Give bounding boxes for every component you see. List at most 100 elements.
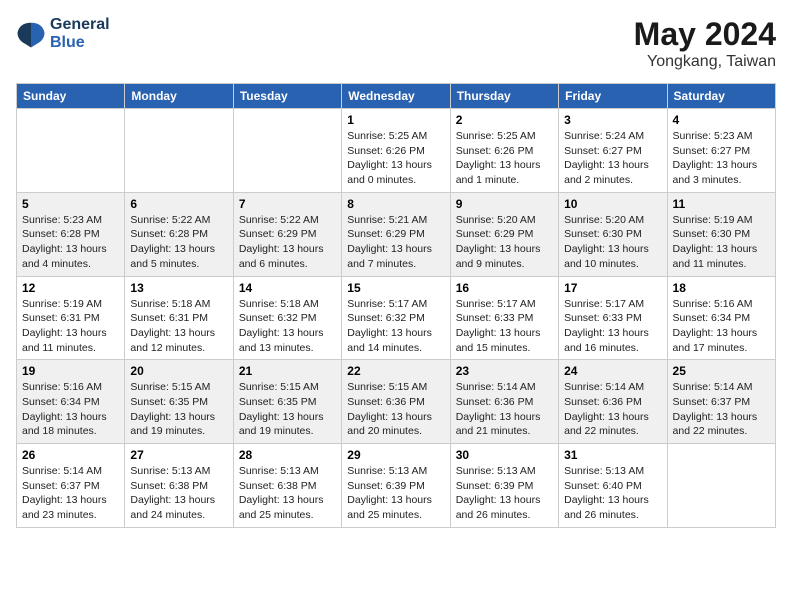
calendar-day <box>233 109 341 193</box>
day-number: 25 <box>673 364 770 378</box>
day-number: 10 <box>564 197 661 211</box>
day-info: Sunrise: 5:23 AM Sunset: 6:28 PM Dayligh… <box>22 213 119 272</box>
day-info: Sunrise: 5:14 AM Sunset: 6:37 PM Dayligh… <box>673 380 770 439</box>
calendar-day: 21 Sunrise: 5:15 AM Sunset: 6:35 PM Dayli… <box>233 360 341 444</box>
location: Yongkang, Taiwan <box>634 53 776 71</box>
day-info: Sunrise: 5:23 AM Sunset: 6:27 PM Dayligh… <box>673 129 770 188</box>
day-number: 19 <box>22 364 119 378</box>
calendar-day: 20Sunrise: 5:15 AM Sunset: 6:35 PM Dayli… <box>125 360 233 444</box>
day-number: 27 <box>130 448 227 462</box>
day-number: 30 <box>456 448 553 462</box>
calendar-day: 18 Sunrise: 5:16 AM Sunset: 6:34 PM Dayli… <box>667 276 775 360</box>
day-number: 29 <box>347 448 444 462</box>
day-number: 2 <box>456 113 553 127</box>
day-info: Sunrise: 5:22 AM Sunset: 6:28 PM Dayligh… <box>130 213 227 272</box>
calendar-day: 5 Sunrise: 5:23 AM Sunset: 6:28 PM Daylig… <box>17 192 125 276</box>
day-number: 3 <box>564 113 661 127</box>
day-number: 21 <box>239 364 336 378</box>
calendar-day: 14Sunrise: 5:18 AM Sunset: 6:32 PM Dayli… <box>233 276 341 360</box>
calendar-week-4: 19 Sunrise: 5:16 AM Sunset: 6:34 PM Dayli… <box>17 360 776 444</box>
calendar-day: 23 Sunrise: 5:14 AM Sunset: 6:36 PM Dayli… <box>450 360 558 444</box>
day-info: Sunrise: 5:25 AM Sunset: 6:26 PM Dayligh… <box>456 129 553 188</box>
day-info: Sunrise: 5:15 AM Sunset: 6:36 PM Dayligh… <box>347 380 444 439</box>
calendar-week-5: 26Sunrise: 5:14 AM Sunset: 6:37 PM Dayli… <box>17 444 776 528</box>
calendar-day: 24Sunrise: 5:14 AM Sunset: 6:36 PM Dayli… <box>559 360 667 444</box>
day-number: 1 <box>347 113 444 127</box>
day-info: Sunrise: 5:16 AM Sunset: 6:34 PM Dayligh… <box>22 380 119 439</box>
calendar-day: 29 Sunrise: 5:13 AM Sunset: 6:39 PM Dayli… <box>342 444 450 528</box>
calendar-day: 27 Sunrise: 5:13 AM Sunset: 6:38 PM Dayli… <box>125 444 233 528</box>
calendar-day: 12Sunrise: 5:19 AM Sunset: 6:31 PM Dayli… <box>17 276 125 360</box>
calendar-day: 7 Sunrise: 5:22 AM Sunset: 6:29 PM Daylig… <box>233 192 341 276</box>
day-info: Sunrise: 5:20 AM Sunset: 6:30 PM Dayligh… <box>564 213 661 272</box>
calendar-day: 6 Sunrise: 5:22 AM Sunset: 6:28 PM Daylig… <box>125 192 233 276</box>
calendar-day: 31 Sunrise: 5:13 AM Sunset: 6:40 PM Dayli… <box>559 444 667 528</box>
calendar-day: 25 Sunrise: 5:14 AM Sunset: 6:37 PM Dayli… <box>667 360 775 444</box>
calendar-day: 13 Sunrise: 5:18 AM Sunset: 6:31 PM Dayli… <box>125 276 233 360</box>
day-number: 16 <box>456 281 553 295</box>
day-number: 22 <box>347 364 444 378</box>
day-number: 28 <box>239 448 336 462</box>
weekday-header-tuesday: Tuesday <box>233 84 341 109</box>
calendar-day: 15 Sunrise: 5:17 AM Sunset: 6:32 PM Dayli… <box>342 276 450 360</box>
calendar-day: 10 Sunrise: 5:20 AM Sunset: 6:30 PM Dayli… <box>559 192 667 276</box>
day-number: 23 <box>456 364 553 378</box>
calendar-day: 16Sunrise: 5:17 AM Sunset: 6:33 PM Dayli… <box>450 276 558 360</box>
day-number: 18 <box>673 281 770 295</box>
day-info: Sunrise: 5:15 AM Sunset: 6:35 PM Dayligh… <box>239 380 336 439</box>
calendar-day: 30 Sunrise: 5:13 AM Sunset: 6:39 PM Dayli… <box>450 444 558 528</box>
day-info: Sunrise: 5:17 AM Sunset: 6:33 PM Dayligh… <box>564 297 661 356</box>
calendar-day: 26Sunrise: 5:14 AM Sunset: 6:37 PM Dayli… <box>17 444 125 528</box>
day-number: 9 <box>456 197 553 211</box>
day-number: 7 <box>239 197 336 211</box>
page-header: General Blue May 2024 Yongkang, Taiwan <box>16 16 776 71</box>
month-year: May 2024 <box>634 16 776 53</box>
calendar-day: 19 Sunrise: 5:16 AM Sunset: 6:34 PM Dayli… <box>17 360 125 444</box>
day-number: 6 <box>130 197 227 211</box>
calendar-day <box>17 109 125 193</box>
day-info: Sunrise: 5:13 AM Sunset: 6:39 PM Dayligh… <box>347 464 444 523</box>
calendar-day: 8 Sunrise: 5:21 AM Sunset: 6:29 PM Daylig… <box>342 192 450 276</box>
weekday-header-row: SundayMondayTuesdayWednesdayThursdayFrid… <box>17 84 776 109</box>
day-number: 17 <box>564 281 661 295</box>
weekday-header-wednesday: Wednesday <box>342 84 450 109</box>
day-info: Sunrise: 5:25 AM Sunset: 6:26 PM Dayligh… <box>347 129 444 188</box>
day-number: 15 <box>347 281 444 295</box>
calendar-day: 28Sunrise: 5:13 AM Sunset: 6:38 PM Dayli… <box>233 444 341 528</box>
calendar-week-1: 1 Sunrise: 5:25 AM Sunset: 6:26 PM Daylig… <box>17 109 776 193</box>
calendar-day: 17 Sunrise: 5:17 AM Sunset: 6:33 PM Dayli… <box>559 276 667 360</box>
day-number: 14 <box>239 281 336 295</box>
calendar-day: 1 Sunrise: 5:25 AM Sunset: 6:26 PM Daylig… <box>342 109 450 193</box>
weekday-header-thursday: Thursday <box>450 84 558 109</box>
day-number: 24 <box>564 364 661 378</box>
weekday-header-sunday: Sunday <box>17 84 125 109</box>
calendar-day <box>125 109 233 193</box>
day-info: Sunrise: 5:18 AM Sunset: 6:31 PM Dayligh… <box>130 297 227 356</box>
day-info: Sunrise: 5:13 AM Sunset: 6:39 PM Dayligh… <box>456 464 553 523</box>
calendar-day: 11Sunrise: 5:19 AM Sunset: 6:30 PM Dayli… <box>667 192 775 276</box>
weekday-header-saturday: Saturday <box>667 84 775 109</box>
logo-text: General Blue <box>50 16 110 52</box>
logo: General Blue <box>16 16 110 52</box>
day-number: 5 <box>22 197 119 211</box>
day-info: Sunrise: 5:22 AM Sunset: 6:29 PM Dayligh… <box>239 213 336 272</box>
logo-icon <box>16 19 46 49</box>
day-info: Sunrise: 5:17 AM Sunset: 6:32 PM Dayligh… <box>347 297 444 356</box>
day-info: Sunrise: 5:13 AM Sunset: 6:38 PM Dayligh… <box>130 464 227 523</box>
day-number: 8 <box>347 197 444 211</box>
day-info: Sunrise: 5:14 AM Sunset: 6:37 PM Dayligh… <box>22 464 119 523</box>
calendar-week-3: 12Sunrise: 5:19 AM Sunset: 6:31 PM Dayli… <box>17 276 776 360</box>
weekday-header-monday: Monday <box>125 84 233 109</box>
day-number: 13 <box>130 281 227 295</box>
calendar-table: SundayMondayTuesdayWednesdayThursdayFrid… <box>16 83 776 528</box>
day-number: 31 <box>564 448 661 462</box>
calendar-week-2: 5 Sunrise: 5:23 AM Sunset: 6:28 PM Daylig… <box>17 192 776 276</box>
calendar-day: 3Sunrise: 5:24 AM Sunset: 6:27 PM Daylig… <box>559 109 667 193</box>
calendar-day <box>667 444 775 528</box>
day-number: 12 <box>22 281 119 295</box>
day-info: Sunrise: 5:16 AM Sunset: 6:34 PM Dayligh… <box>673 297 770 356</box>
day-number: 11 <box>673 197 770 211</box>
day-info: Sunrise: 5:14 AM Sunset: 6:36 PM Dayligh… <box>456 380 553 439</box>
day-info: Sunrise: 5:21 AM Sunset: 6:29 PM Dayligh… <box>347 213 444 272</box>
day-info: Sunrise: 5:13 AM Sunset: 6:40 PM Dayligh… <box>564 464 661 523</box>
